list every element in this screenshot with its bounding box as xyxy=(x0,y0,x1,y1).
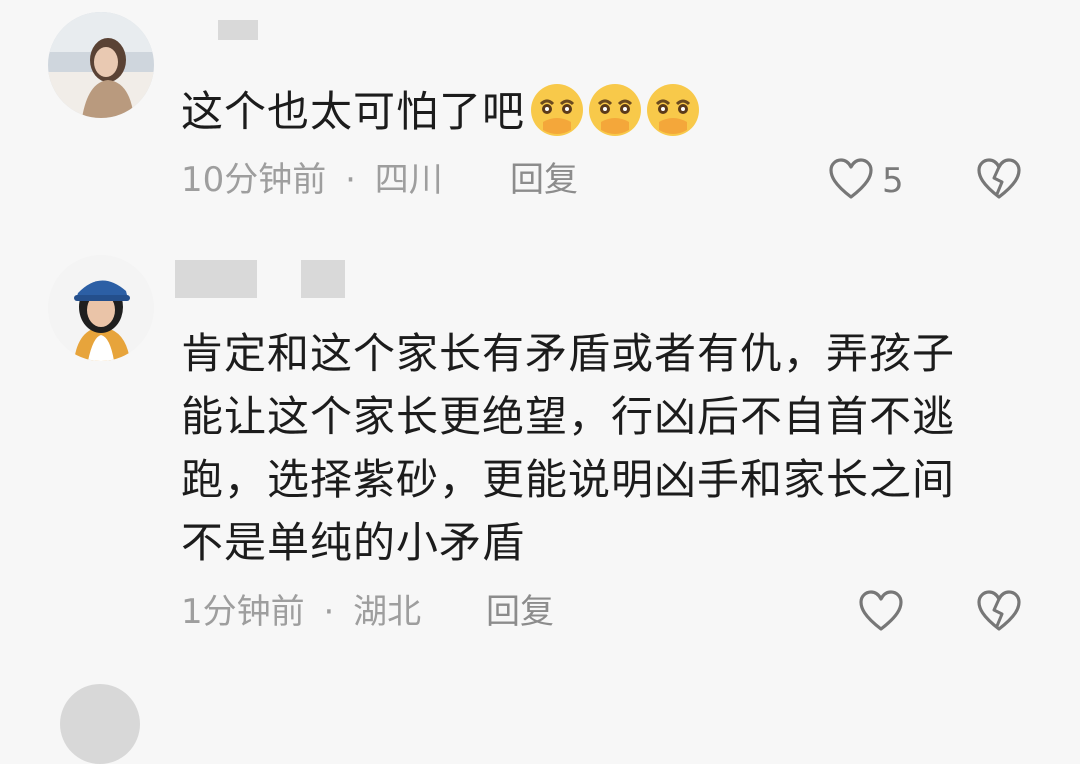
comment-text: 这个也太可怕了吧 xyxy=(181,80,703,155)
broken-heart-icon xyxy=(976,158,1022,204)
username-redacted xyxy=(218,20,258,40)
user-badge-redacted xyxy=(301,260,345,298)
comment-meta: 1分钟前 · 湖北 xyxy=(181,592,421,632)
meta-separator: · xyxy=(345,160,356,200)
reply-button[interactable]: 回复 xyxy=(486,592,554,632)
comment-time: 1分钟前 xyxy=(181,592,305,632)
avatar[interactable] xyxy=(48,12,154,118)
comment-text: 肯定和这个家长有矛盾或者有仇，弄孩子 能让这个家长更绝望，行凶后不自首不逃 跑，… xyxy=(181,322,955,574)
like-count: 5 xyxy=(882,161,904,201)
like-button[interactable]: 5 xyxy=(828,158,904,204)
dislike-button[interactable] xyxy=(976,590,1022,636)
broken-heart-icon xyxy=(976,590,1022,636)
comment-line: 能让这个家长更绝望，行凶后不自首不逃 xyxy=(181,392,956,441)
avatar[interactable] xyxy=(60,684,140,764)
comment-location: 湖北 xyxy=(353,592,422,632)
crying-face-icon xyxy=(587,82,643,155)
comment-line: 跑，选择紫砂，更能说明凶手和家长之间 xyxy=(181,455,956,504)
comment-line: 肯定和这个家长有矛盾或者有仇，弄孩子 xyxy=(181,329,956,378)
reply-button[interactable]: 回复 xyxy=(510,160,578,200)
comment-location: 四川 xyxy=(374,160,443,200)
heart-icon xyxy=(828,158,874,204)
avatar[interactable] xyxy=(48,255,154,361)
username-redacted xyxy=(175,260,257,298)
comment-meta: 10分钟前 · 四川 xyxy=(181,160,443,200)
dislike-button[interactable] xyxy=(976,158,1022,204)
crying-face-icon xyxy=(529,82,585,155)
comment-time: 10分钟前 xyxy=(181,160,327,200)
meta-separator: · xyxy=(323,592,335,632)
emoji-row xyxy=(529,82,703,155)
crying-face-icon xyxy=(645,82,701,155)
like-button[interactable] xyxy=(858,590,904,636)
comment-line: 不是单纯的小矛盾 xyxy=(181,518,526,567)
heart-icon xyxy=(858,590,904,636)
